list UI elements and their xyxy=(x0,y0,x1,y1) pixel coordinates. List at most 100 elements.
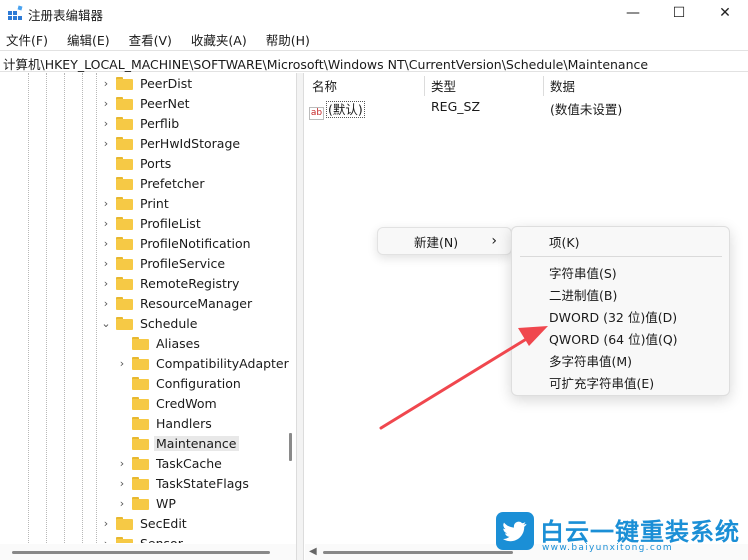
column-divider[interactable] xyxy=(424,76,425,96)
menu-separator xyxy=(520,256,722,257)
tree-node[interactable]: › PerHwIdStorage xyxy=(100,133,242,153)
submenu-item-string-value[interactable]: 字符串值(S) xyxy=(549,261,617,283)
menu-edit[interactable]: 编辑(E) xyxy=(65,28,112,51)
tree-node[interactable]: › Perflib xyxy=(100,113,181,133)
tree-node-label: RemoteRegistry xyxy=(140,275,240,291)
menu-file[interactable]: 文件(F) xyxy=(4,28,50,51)
chevron-right-icon[interactable]: › xyxy=(100,257,112,270)
tree-node[interactable]: › CompatibilityAdapter xyxy=(116,353,291,373)
tree-node[interactable]: › Sensor xyxy=(100,533,185,543)
folder-icon xyxy=(132,396,149,410)
submenu-item-binary-value[interactable]: 二进制值(B) xyxy=(549,283,617,305)
tree-node-label: TaskStateFlags xyxy=(156,475,249,491)
watermark-url: www.baiyunxitong.com xyxy=(542,543,673,553)
tree-node[interactable]: Maintenance xyxy=(116,433,239,453)
tree-node[interactable]: › ProfileNotification xyxy=(100,233,253,253)
chevron-right-icon[interactable]: › xyxy=(100,537,112,544)
tree-guide-line xyxy=(82,73,83,543)
chevron-right-icon[interactable]: › xyxy=(116,357,128,370)
menu-favorites[interactable]: 收藏夹(A) xyxy=(189,28,249,51)
tree-node[interactable]: Aliases xyxy=(116,333,202,353)
tree-node[interactable]: › TaskStateFlags xyxy=(116,473,251,493)
chevron-right-icon[interactable]: › xyxy=(100,77,112,90)
column-divider[interactable] xyxy=(543,76,544,96)
tree-node[interactable]: › ProfileService xyxy=(100,253,227,273)
folder-icon xyxy=(132,336,149,350)
chevron-right-icon[interactable]: › xyxy=(100,517,112,530)
menu-view[interactable]: 查看(V) xyxy=(127,28,174,51)
tree-node-label: ResourceManager xyxy=(140,295,253,311)
tree-node-label: Ports xyxy=(140,155,172,171)
tree-node-label: Print xyxy=(140,195,169,211)
tree-node-label: CompatibilityAdapter xyxy=(156,355,289,371)
tree-node[interactable]: Prefetcher xyxy=(100,173,207,193)
menu-help[interactable]: 帮助(H) xyxy=(264,28,312,51)
column-header-type[interactable]: 类型 xyxy=(431,76,456,96)
tree-node[interactable]: Handlers xyxy=(116,413,214,433)
column-header-name[interactable]: 名称 xyxy=(312,76,337,96)
context-item-new[interactable]: 新建(N) › xyxy=(414,230,509,252)
chevron-right-icon[interactable]: › xyxy=(100,237,112,250)
folder-icon xyxy=(132,416,149,430)
tree-node-label: ProfileList xyxy=(140,215,201,231)
tree-guide-line xyxy=(96,73,97,543)
folder-icon xyxy=(132,476,149,490)
tree-node[interactable]: › TaskCache xyxy=(116,453,224,473)
chevron-right-icon[interactable]: › xyxy=(100,197,112,210)
scroll-left-icon[interactable]: ◀ xyxy=(309,546,317,557)
scrollbar-thumb[interactable] xyxy=(323,551,513,554)
tree-node[interactable]: › WP xyxy=(116,493,178,513)
column-header-data[interactable]: 数据 xyxy=(550,76,575,96)
folder-icon xyxy=(116,76,133,90)
tree-node-label: Maintenance xyxy=(154,435,239,451)
tree-node[interactable]: › PeerNet xyxy=(100,93,192,113)
tree-node[interactable]: Configuration xyxy=(116,373,243,393)
address-bar[interactable]: 计算机\HKEY_LOCAL_MACHINE\SOFTWARE\Microsof… xyxy=(0,50,748,72)
tree-node-label: Perflib xyxy=(140,115,180,131)
tree-node[interactable]: › PeerDist xyxy=(100,73,194,93)
folder-icon xyxy=(116,236,133,250)
twitter-bird-icon xyxy=(496,512,534,550)
pane-splitter[interactable] xyxy=(296,73,304,560)
submenu-item-key[interactable]: 项(K) xyxy=(549,230,579,252)
tree-node-label: PeerNet xyxy=(140,95,190,111)
chevron-right-icon[interactable]: › xyxy=(100,117,112,130)
submenu-item-multi-string-value[interactable]: 多字符串值(M) xyxy=(549,349,632,371)
tree-scrollbar-thumb[interactable] xyxy=(289,433,292,461)
window-title: 注册表编辑器 xyxy=(28,8,104,23)
chevron-right-icon[interactable]: › xyxy=(116,457,128,470)
tree-node[interactable]: › ProfileList xyxy=(100,213,203,233)
chevron-right-icon[interactable]: › xyxy=(100,97,112,110)
tree-horizontal-scrollbar[interactable] xyxy=(0,544,296,560)
folder-icon xyxy=(132,376,149,390)
menu-bar: 文件(F) 编辑(E) 查看(V) 收藏夹(A) 帮助(H) xyxy=(0,28,748,50)
tree-node[interactable]: › RemoteRegistry xyxy=(100,273,241,293)
chevron-right-icon[interactable]: › xyxy=(100,217,112,230)
tree-node[interactable]: › Print xyxy=(100,193,171,213)
chevron-right-icon[interactable]: › xyxy=(100,137,112,150)
tree-node-label: PerHwIdStorage xyxy=(140,135,241,151)
chevron-right-icon[interactable]: › xyxy=(100,297,112,310)
close-button[interactable]: ✕ xyxy=(702,0,748,26)
tree-node[interactable]: ⌄ Schedule xyxy=(100,313,199,333)
submenu-item-dword-value[interactable]: DWORD (32 位)值(D) xyxy=(549,305,677,327)
tree-node[interactable]: CredWom xyxy=(116,393,219,413)
submenu-item-qword-value[interactable]: QWORD (64 位)值(Q) xyxy=(549,327,678,349)
submenu-item-expandable-string-value[interactable]: 可扩充字符串值(E) xyxy=(549,371,654,393)
chevron-down-icon[interactable]: ⌄ xyxy=(100,317,112,330)
scrollbar-thumb[interactable] xyxy=(12,551,270,554)
tree-node[interactable]: › SecEdit xyxy=(100,513,189,533)
chevron-right-icon[interactable]: › xyxy=(116,477,128,490)
tree-node-label: Aliases xyxy=(156,335,200,351)
maximize-button[interactable]: ☐ xyxy=(656,0,702,26)
string-value-icon: ab xyxy=(309,107,324,120)
chevron-right-icon[interactable]: › xyxy=(116,497,128,510)
chevron-right-icon[interactable]: › xyxy=(100,277,112,290)
tree-node-label: Sensor xyxy=(140,535,183,544)
minimize-button[interactable]: — xyxy=(610,0,656,26)
folder-icon xyxy=(116,136,133,150)
key-tree[interactable]: › PeerDist › PeerNet › Perflib › PerHwIdStorage… xyxy=(0,73,295,543)
tree-node[interactable]: Ports xyxy=(100,153,173,173)
tree-node[interactable]: › ResourceManager xyxy=(100,293,254,313)
folder-icon xyxy=(116,316,133,330)
